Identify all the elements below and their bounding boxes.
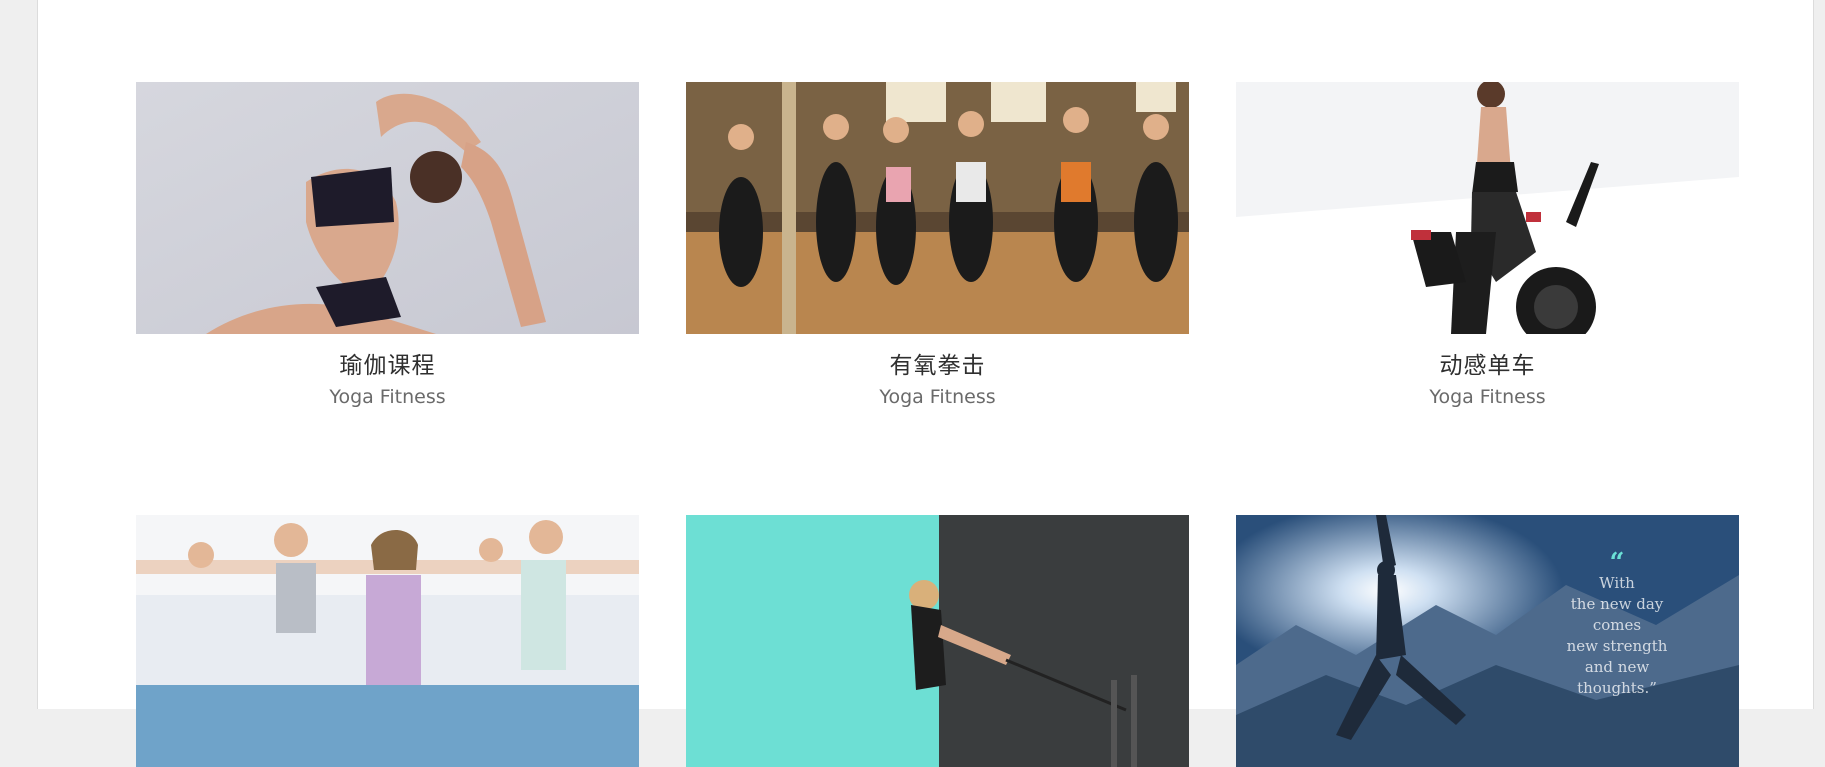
- course-card-spinning[interactable]: 动感单车 Yoga Fitness: [1236, 82, 1739, 409]
- course-subtitle: Yoga Fitness: [1429, 386, 1546, 408]
- spin-bike-photo: [1236, 82, 1739, 334]
- quote-mark-icon: “: [1609, 548, 1625, 578]
- course-subtitle: Yoga Fitness: [879, 386, 996, 408]
- quote-line: new strength: [1566, 637, 1668, 655]
- course-card-mountain-yoga[interactable]: “ With the new day comes new strength an…: [1236, 515, 1739, 767]
- course-title: 动感单车: [1439, 353, 1536, 379]
- course-title: 有氧拳击: [889, 353, 986, 379]
- yoga-pose-photo: [136, 82, 639, 334]
- course-title: 瑜伽课程: [339, 353, 436, 379]
- course-card-yoga[interactable]: 瑜伽课程 Yoga Fitness: [136, 82, 639, 409]
- course-card-resistance-band[interactable]: [686, 515, 1189, 767]
- group-stretch-photo: [136, 515, 639, 767]
- page-frame: 瑜伽课程 Yoga Fitness 有氧拳击 Yoga Fitness 动感单车…: [37, 0, 1814, 767]
- course-card-aerobic-boxing[interactable]: 有氧拳击 Yoga Fitness: [686, 82, 1189, 409]
- quote-line: and new: [1584, 658, 1650, 676]
- quote-line: thoughts.”: [1577, 679, 1657, 697]
- quote-line: the new day: [1570, 595, 1664, 613]
- course-subtitle: Yoga Fitness: [329, 386, 446, 408]
- quote-line: With: [1599, 574, 1635, 592]
- mountain-yoga-photo: “ With the new day comes new strength an…: [1236, 515, 1739, 767]
- quote-overlay: “ With the new day comes new strength an…: [1557, 548, 1677, 699]
- quote-line: comes: [1592, 616, 1642, 634]
- course-card-group-stretch[interactable]: [136, 515, 639, 767]
- resistance-band-photo: [686, 515, 1189, 767]
- aerobic-class-photo: [686, 82, 1189, 334]
